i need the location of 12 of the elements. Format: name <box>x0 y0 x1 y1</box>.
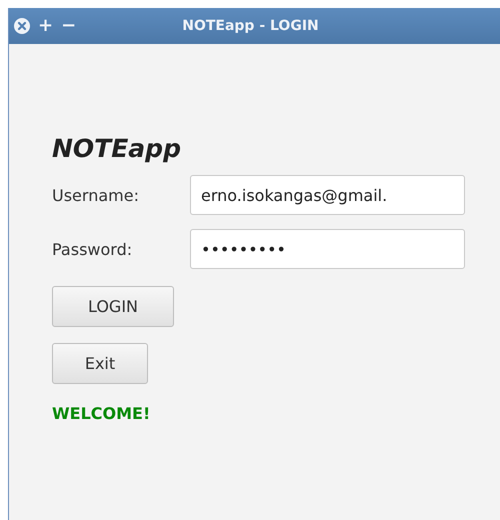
minimize-button[interactable]: − <box>61 17 76 35</box>
exit-button[interactable]: Exit <box>52 343 148 384</box>
field-label: Username: <box>52 186 140 204</box>
login-button[interactable]: LOGIN <box>52 286 174 327</box>
close-icon[interactable] <box>14 18 30 34</box>
app-title: NOTEapp <box>52 134 181 163</box>
welcome-message: WELCOME! <box>52 404 150 423</box>
window-title: NOTEapp - LOGIN <box>182 18 319 34</box>
input-field[interactable]: erno.isokangas@gmail. <box>190 175 465 215</box>
maximize-button[interactable]: + <box>38 17 54 35</box>
field-label: Password: <box>52 240 134 258</box>
input-field[interactable]: ••••••••• <box>190 229 465 269</box>
